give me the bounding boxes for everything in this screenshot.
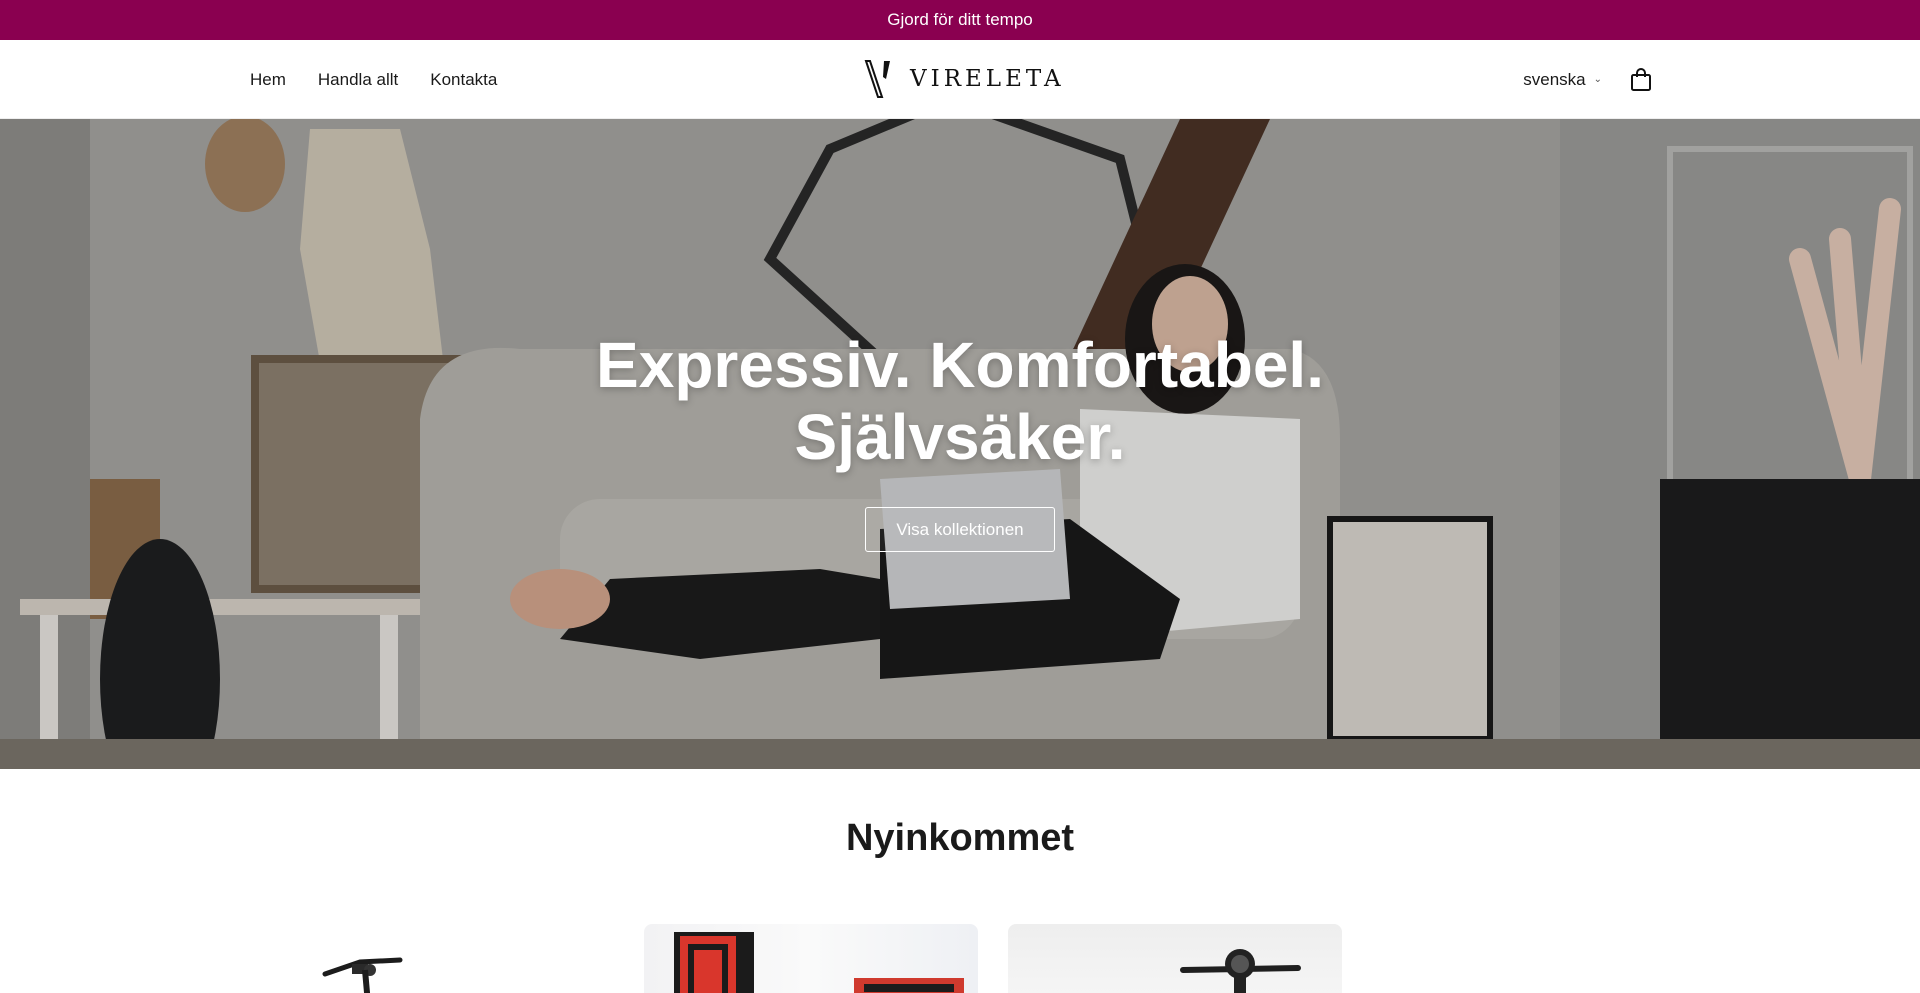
product-image-scooter-red [674, 932, 964, 993]
language-selector[interactable]: svenska ⌄ [1523, 70, 1602, 90]
hero-title-line-1: Expressiv. Komfortabel. [596, 329, 1324, 401]
hero-banner: Expressiv. Komfortabel. Självsäker. Visa… [0, 119, 1920, 769]
nav-link-shop-all[interactable]: Handla allt [318, 70, 398, 90]
logo[interactable]: VIRELETA [864, 58, 1065, 100]
product-card[interactable] [1008, 924, 1342, 993]
shopping-bag-icon[interactable] [1630, 67, 1652, 92]
hero-content: Expressiv. Komfortabel. Självsäker. Visa… [0, 329, 1920, 552]
logo-mark-icon [864, 60, 890, 98]
view-collection-button[interactable]: Visa kollektionen [865, 507, 1055, 552]
nav-link-contact[interactable]: Kontakta [430, 70, 497, 90]
product-card[interactable] [644, 924, 978, 993]
announcement-bar: Gjord för ditt tempo [0, 0, 1920, 40]
hero-title: Expressiv. Komfortabel. Självsäker. [0, 329, 1920, 473]
product-grid [280, 924, 1342, 993]
product-card[interactable] [280, 924, 614, 993]
logo-text: VIRELETA [910, 66, 1065, 92]
hero-title-line-2: Självsäker. [794, 401, 1126, 473]
site-header: Hem Handla allt Kontakta VIRELETA svensk… [0, 40, 1920, 119]
main-nav: Hem Handla allt Kontakta [250, 40, 497, 119]
nav-link-home[interactable]: Hem [250, 70, 286, 90]
chevron-down-icon: ⌄ [1593, 74, 1602, 85]
product-image-scooter [322, 957, 403, 993]
product-image-scooter-handlebar [1180, 949, 1301, 993]
language-label: svenska [1523, 69, 1586, 89]
announcement-text: Gjord för ditt tempo [887, 10, 1033, 29]
header-actions: svenska ⌄ [1523, 40, 1652, 119]
new-arrivals-title: Nyinkommet [845, 817, 1075, 859]
